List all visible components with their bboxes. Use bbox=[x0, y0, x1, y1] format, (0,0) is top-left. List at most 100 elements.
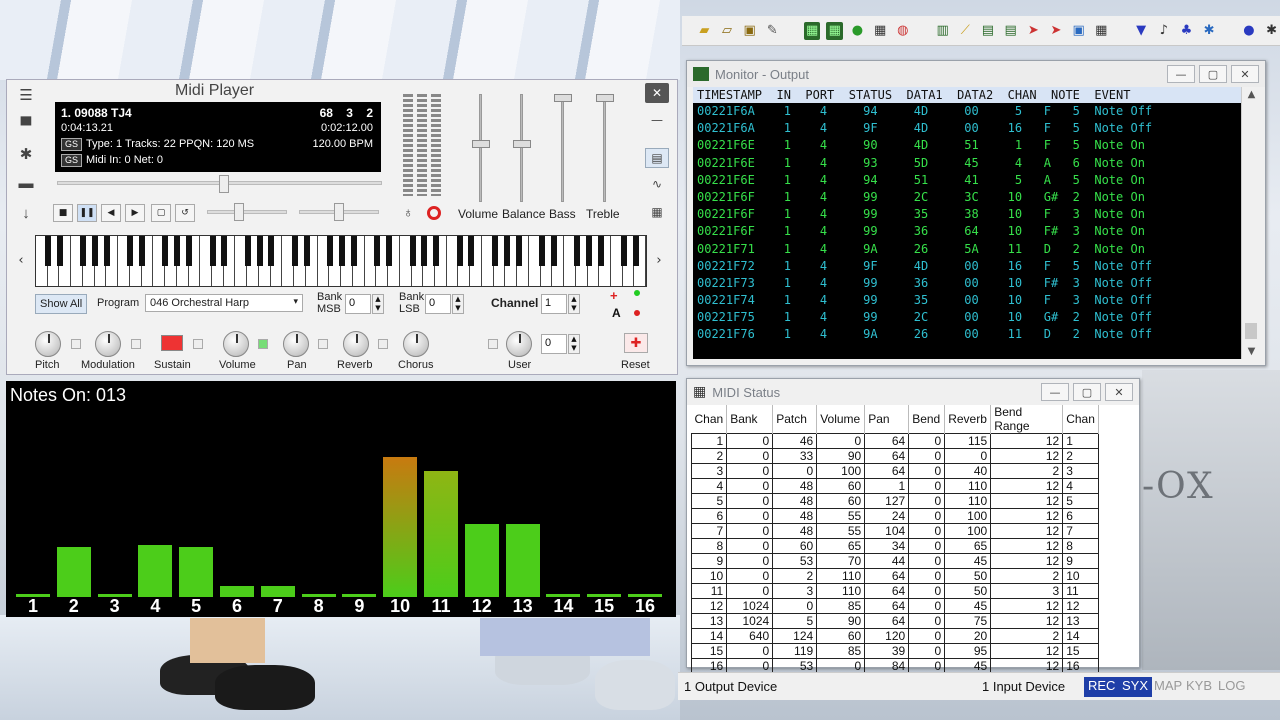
monitor-event-row[interactable]: 00221F72 1 4 9F 4D 00 16 F 5 Note Off bbox=[693, 258, 1241, 275]
minimize-icon[interactable]: — bbox=[645, 110, 669, 130]
table-row[interactable]: 4 0 48 60 1 0 110 12 4 bbox=[690, 478, 1100, 494]
seek-thumb[interactable] bbox=[219, 175, 229, 193]
piano-black-key[interactable] bbox=[621, 236, 628, 266]
chorus-knob[interactable] bbox=[403, 331, 429, 357]
table-row[interactable]: 1 0 46 0 64 0 115 12 1 bbox=[690, 433, 1100, 449]
save-icon[interactable]: ▣ bbox=[741, 22, 758, 40]
modulation-toggle[interactable] bbox=[131, 339, 141, 349]
piano-black-key[interactable] bbox=[386, 236, 393, 266]
column-header[interactable]: Bend bbox=[908, 405, 946, 434]
close-icon[interactable]: ✕ bbox=[1105, 383, 1133, 401]
download-icon[interactable]: ↓ bbox=[15, 202, 37, 224]
piano-black-key[interactable] bbox=[409, 236, 416, 266]
column-header[interactable]: Chan bbox=[1062, 405, 1100, 434]
reverb-knob[interactable] bbox=[343, 331, 369, 357]
piano-black-key[interactable] bbox=[256, 236, 263, 266]
monitor-event-row[interactable]: 00221F76 1 4 9A 26 00 11 D 2 Note Off bbox=[693, 326, 1241, 343]
monitor-event-row[interactable]: 00221F6F 1 4 99 35 38 10 F 3 Note On bbox=[693, 206, 1241, 223]
pitch-toggle[interactable] bbox=[71, 339, 81, 349]
octave-right-button[interactable]: › bbox=[651, 248, 667, 272]
piano-black-key[interactable] bbox=[268, 236, 275, 266]
wand-icon[interactable]: ⟋ bbox=[957, 22, 974, 40]
open-folder-icon[interactable]: ▰ bbox=[696, 22, 713, 40]
menu-icon[interactable]: ☰ bbox=[15, 84, 37, 106]
reverb-toggle[interactable] bbox=[378, 339, 388, 349]
pause-button[interactable]: ❚❚ bbox=[77, 204, 97, 222]
piano-black-key[interactable] bbox=[586, 236, 593, 266]
piano-black-key[interactable] bbox=[91, 236, 98, 266]
bank-lsb-spinner[interactable]: ▲ ▼ bbox=[452, 294, 464, 314]
gear-icon[interactable]: ✱ bbox=[15, 143, 37, 165]
balance-slider[interactable] bbox=[520, 94, 523, 202]
piano-black-key[interactable] bbox=[80, 236, 87, 266]
close-icon[interactable]: ✕ bbox=[645, 83, 669, 103]
piano-black-key[interactable] bbox=[433, 236, 440, 266]
monitor-event-row[interactable]: 00221F6E 1 4 94 51 41 5 A 5 Note On bbox=[693, 172, 1241, 189]
edit-icon[interactable]: ✎ bbox=[764, 22, 781, 40]
log-toggle[interactable]: LOG bbox=[1214, 677, 1249, 697]
monitor-event-row[interactable]: 00221F6F 1 4 99 2C 3C 10 G# 2 Note On bbox=[693, 189, 1241, 206]
keyboard-icon[interactable]: ▦ bbox=[803, 21, 821, 40]
maximize-icon[interactable]: ▢ bbox=[1199, 65, 1227, 83]
piano-black-key[interactable] bbox=[186, 236, 192, 266]
tools-icon[interactable]: ✱ bbox=[1263, 22, 1280, 40]
octave-left-button[interactable]: ‹ bbox=[13, 248, 29, 272]
syx-toggle[interactable]: SYX bbox=[1118, 677, 1153, 697]
piano-view-icon[interactable]: ▤ bbox=[645, 148, 669, 168]
table-row[interactable]: 15 0 119 85 39 0 95 12 15 bbox=[690, 643, 1100, 659]
comment-icon[interactable]: ▬ bbox=[15, 172, 37, 194]
monitor-scrollbar[interactable]: ▲ ▼ bbox=[1241, 87, 1261, 359]
piano-black-key[interactable] bbox=[574, 236, 581, 266]
column-header[interactable]: Bank bbox=[726, 405, 774, 434]
bank-lsb-input[interactable]: 0 bbox=[425, 294, 451, 314]
piano-black-key[interactable] bbox=[174, 236, 181, 266]
table-row[interactable]: 6 0 48 55 24 0 100 12 6 bbox=[690, 508, 1100, 524]
grid-icon[interactable]: ▦ bbox=[872, 22, 889, 40]
piano-black-key[interactable] bbox=[550, 236, 557, 266]
table-row[interactable]: 2 0 33 90 64 0 0 12 2 bbox=[690, 448, 1100, 464]
record-icon[interactable] bbox=[427, 206, 441, 220]
piano-black-key[interactable] bbox=[515, 236, 522, 266]
column-header[interactable]: Bend Range bbox=[990, 405, 1064, 434]
treble-thumb[interactable] bbox=[596, 94, 614, 102]
show-all-button[interactable]: Show All bbox=[35, 294, 88, 314]
column-header[interactable]: Volume bbox=[816, 405, 866, 434]
monitor-event-row[interactable]: 00221F6A 1 4 94 4D 00 5 F 5 Note Off bbox=[693, 103, 1241, 120]
kyb-toggle[interactable]: KYB bbox=[1182, 677, 1216, 697]
user-spinner[interactable]: ▲ ▼ bbox=[568, 334, 580, 354]
user-input[interactable]: 0 bbox=[541, 334, 567, 354]
tempo-slider[interactable] bbox=[207, 210, 287, 214]
piano-black-key[interactable] bbox=[539, 236, 546, 266]
graph-view-icon[interactable]: ∿ bbox=[645, 174, 669, 194]
column-header[interactable]: Pan bbox=[864, 405, 910, 434]
table-row[interactable]: 10 0 2 110 64 0 50 2 10 bbox=[690, 568, 1100, 584]
table-row[interactable]: 8 0 60 65 34 0 65 12 8 bbox=[690, 538, 1100, 554]
volume-toggle[interactable] bbox=[258, 339, 268, 349]
monitor-event-row[interactable]: 00221F6F 1 4 99 36 64 10 F# 3 Note On bbox=[693, 223, 1241, 240]
volume-knob[interactable] bbox=[223, 331, 249, 357]
player-icon[interactable]: ▦ bbox=[826, 21, 844, 40]
table-row[interactable]: 5 0 48 60 127 0 110 12 5 bbox=[690, 493, 1100, 509]
midi-status-icon[interactable]: ▦ bbox=[1093, 22, 1110, 40]
tree-icon[interactable]: ♣ bbox=[1178, 22, 1195, 40]
monitor-event-row[interactable]: 00221F74 1 4 99 35 00 10 F 3 Note Off bbox=[693, 292, 1241, 309]
volume-thumb[interactable] bbox=[472, 140, 490, 148]
tempo-thumb[interactable] bbox=[234, 203, 244, 221]
piano-black-key[interactable] bbox=[162, 236, 169, 266]
table-row[interactable]: 13 1024 5 90 64 0 75 12 13 bbox=[690, 613, 1100, 629]
table-row[interactable]: 7 0 48 55 104 0 100 12 7 bbox=[690, 523, 1100, 539]
reset-icon[interactable]: ✚ bbox=[624, 333, 648, 353]
column-header[interactable]: Patch bbox=[772, 405, 818, 434]
globe-icon[interactable]: ● bbox=[849, 22, 866, 40]
monitor-event-row[interactable]: 00221F6A 1 4 9F 4D 00 16 F 5 Note Off bbox=[693, 120, 1241, 137]
treble-slider[interactable] bbox=[603, 94, 606, 202]
sync-icon[interactable]: ✱ bbox=[1201, 22, 1218, 40]
channel-spinner[interactable]: ▲ ▼ bbox=[568, 294, 580, 314]
open-file-icon[interactable]: ▱ bbox=[719, 22, 736, 40]
piano-black-key[interactable] bbox=[291, 236, 298, 266]
microphone-icon[interactable]: ♁ bbox=[403, 204, 414, 220]
piano-black-key[interactable] bbox=[327, 236, 334, 266]
filter-icon[interactable]: ▼ bbox=[1133, 22, 1150, 40]
help-icon[interactable]: ● bbox=[1241, 22, 1258, 40]
piano-black-key[interactable] bbox=[127, 236, 134, 266]
